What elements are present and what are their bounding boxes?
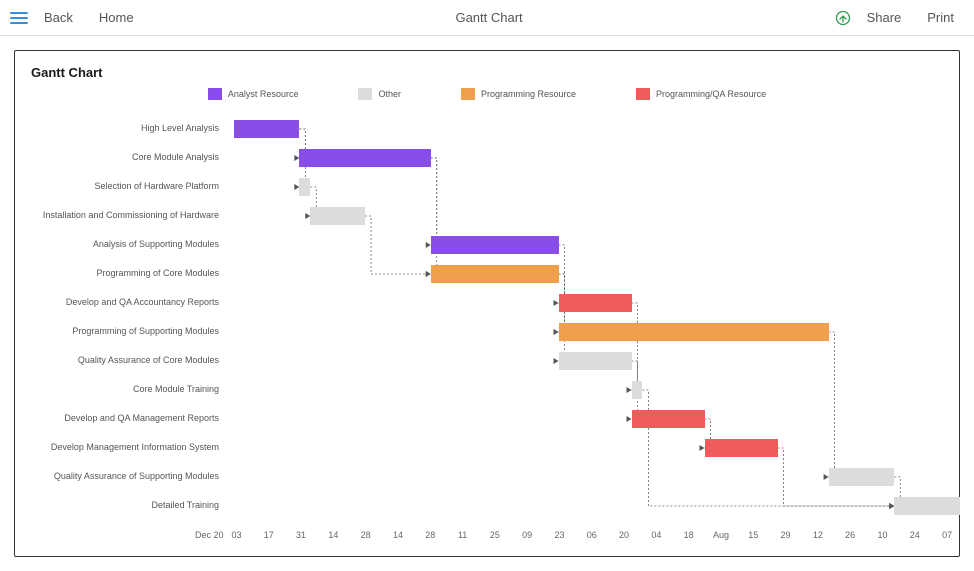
gantt-row: Programming of Supporting Modules [25,323,939,341]
chart-title: Gantt Chart [25,65,949,80]
legend-label: Programming/QA Resource [656,89,766,99]
task-bar[interactable] [632,410,705,428]
gantt-row: Programming of Core Modules [25,265,939,283]
print-button[interactable]: Print [917,6,964,29]
x-tick: 31 [296,530,306,540]
task-bar[interactable] [632,381,643,399]
task-bar[interactable] [705,439,778,457]
x-tick: 12 [813,530,823,540]
x-tick: 14 [328,530,338,540]
legend-item[interactable]: Other [358,88,401,100]
task-label: Detailed Training [25,501,225,511]
x-tick: 23 [554,530,564,540]
x-tick: 09 [522,530,532,540]
task-bar[interactable] [299,178,310,196]
x-tick: 28 [425,530,435,540]
gantt-row: Quality Assurance of Supporting Modules [25,468,939,486]
gantt-area: Dec 20 03 17 31 14 28 14 28 11 25 09 23 06 20 04 18 Aug 1… [25,112,949,548]
task-bar[interactable] [431,236,559,254]
x-tick: 14 [393,530,403,540]
task-bar[interactable] [299,149,430,167]
task-label: Develop and QA Management Reports [25,414,225,424]
x-tick: 18 [684,530,694,540]
task-bar[interactable] [310,207,365,225]
gantt-row: High Level Analysis [25,120,939,138]
x-tick: 10 [877,530,887,540]
task-bar[interactable] [234,120,300,138]
home-button[interactable]: Home [89,6,144,29]
gantt-row: Detailed Training [25,497,939,515]
x-tick: 04 [651,530,661,540]
share-icon[interactable] [835,10,851,26]
x-tick: 28 [361,530,371,540]
task-label: Quality Assurance of Supporting Modules [25,472,225,482]
x-tick: 25 [490,530,500,540]
task-label: Installation and Commissioning of Hardwa… [25,211,225,221]
gantt-row: Quality Assurance of Core Modules [25,352,939,370]
x-tick: 26 [845,530,855,540]
task-label: Analysis of Supporting Modules [25,240,225,250]
share-button[interactable]: Share [857,6,912,29]
x-tick: 17 [264,530,274,540]
task-label: High Level Analysis [25,124,225,134]
x-tick: 24 [910,530,920,540]
legend: Analyst Resource Other Programming Resourc… [25,88,949,100]
legend-swatch [636,88,650,100]
task-label: Develop Management Information System [25,443,225,453]
gantt-row: Develop and QA Management Reports [25,410,939,428]
page-title: Gantt Chart [150,10,829,25]
legend-item[interactable]: Programming Resource [461,88,576,100]
task-bar[interactable] [829,468,895,486]
task-bar[interactable] [894,497,960,515]
menu-icon[interactable] [10,9,28,27]
chart-card: Gantt Chart Analyst Resource Other Program… [14,50,960,557]
back-button[interactable]: Back [34,6,83,29]
x-axis: Dec 20031731142814281125092306200418Aug1… [230,530,939,544]
gantt-row: Core Module Analysis [25,149,939,167]
task-label: Develop and QA Accountancy Reports [25,298,225,308]
x-tick: 15 [748,530,758,540]
x-tick: 07 [942,530,952,540]
task-label: Selection of Hardware Platform [25,182,225,192]
task-bar[interactable] [431,265,559,283]
task-bar[interactable] [559,294,632,312]
gantt-row: Analysis of Supporting Modules [25,236,939,254]
legend-label: Other [378,89,401,99]
task-label: Programming of Supporting Modules [25,327,225,337]
gantt-row: Selection of Hardware Platform [25,178,939,196]
legend-swatch [461,88,475,100]
legend-label: Analyst Resource [228,89,299,99]
legend-item[interactable]: Analyst Resource [208,88,299,100]
task-label: Programming of Core Modules [25,269,225,279]
x-tick: Aug [713,530,729,540]
task-bar[interactable] [559,352,632,370]
task-label: Core Module Training [25,385,225,395]
x-tick: 03 [231,530,241,540]
x-left-label: Dec 20 [195,530,224,540]
x-tick: 20 [619,530,629,540]
gantt-row: Installation and Commissioning of Hardwa… [25,207,939,225]
legend-swatch [358,88,372,100]
task-label: Quality Assurance of Core Modules [25,356,225,366]
gantt-row: Core Module Training [25,381,939,399]
x-tick: 29 [781,530,791,540]
topbar: Back Home Gantt Chart Share Print [0,0,974,36]
legend-item[interactable]: Programming/QA Resource [636,88,766,100]
legend-swatch [208,88,222,100]
x-tick: 06 [587,530,597,540]
task-label: Core Module Analysis [25,153,225,163]
gantt-row: Develop Management Information System [25,439,939,457]
x-tick: 11 [458,530,467,540]
legend-label: Programming Resource [481,89,576,99]
gantt-row: Develop and QA Accountancy Reports [25,294,939,312]
task-bar[interactable] [559,323,829,341]
